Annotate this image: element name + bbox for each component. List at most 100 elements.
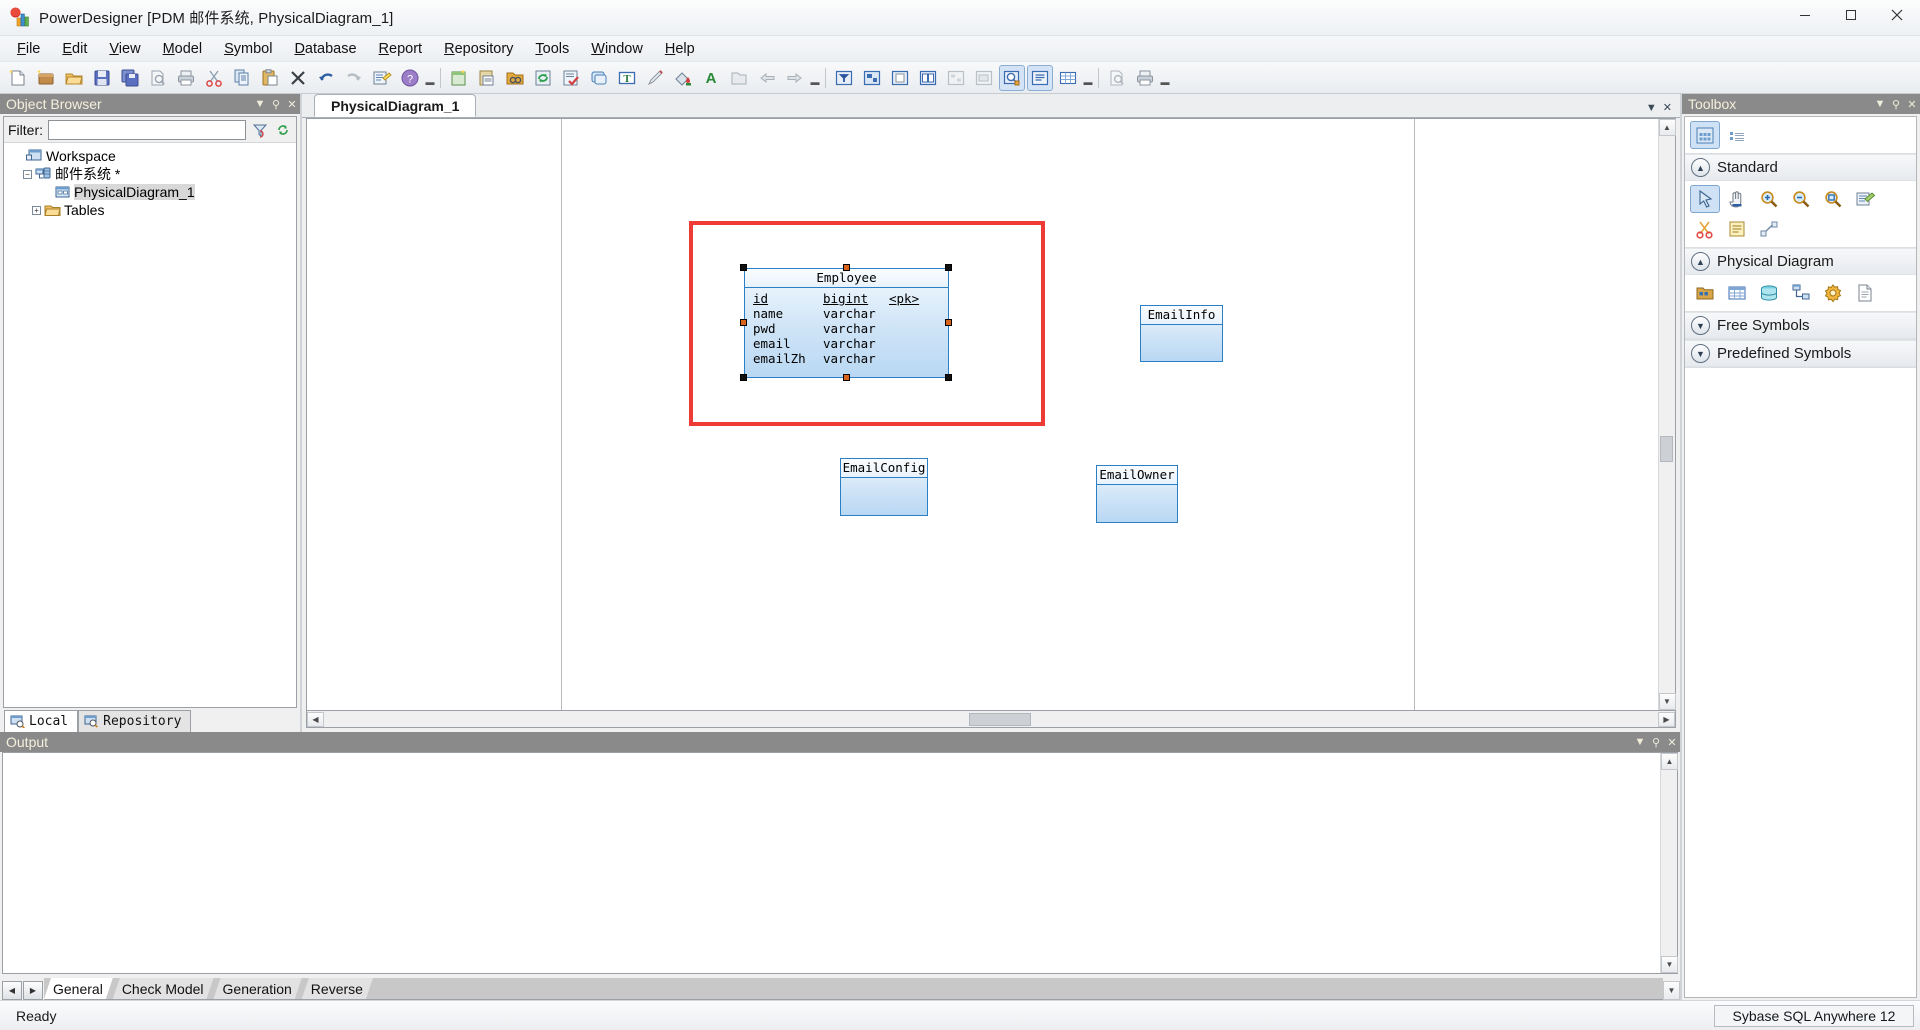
close-icon[interactable]: ✕ <box>1664 736 1680 749</box>
toolbar-overflow-2[interactable]: ▬ <box>809 65 821 91</box>
find-object-icon[interactable] <box>502 65 528 91</box>
output-scroll-up-button[interactable]: ▲ <box>1661 753 1678 770</box>
chevron-down-icon[interactable]: ▼ <box>1691 316 1710 335</box>
palette-grid-icon[interactable] <box>1690 121 1720 149</box>
canvas-vertical-scrollbar[interactable]: ▲ ▼ <box>1658 119 1676 710</box>
chevron-down-icon[interactable]: ▼ <box>1646 102 1657 114</box>
tab-physicaldiagram-1[interactable]: PhysicalDiagram_1 <box>314 94 477 117</box>
output-tab-check-model[interactable]: Check Model <box>113 978 214 999</box>
close-button[interactable] <box>1874 0 1920 30</box>
pin-icon[interactable]: ⚲ <box>1888 98 1904 111</box>
pin-icon[interactable]: ⚲ <box>268 98 284 111</box>
zoom-fit-icon[interactable] <box>1818 185 1848 213</box>
horizontal-scroll-track[interactable] <box>324 712 1658 727</box>
resize-handle-ne[interactable] <box>945 264 952 271</box>
comment-icon[interactable] <box>1027 64 1053 91</box>
chevron-down-icon[interactable]: ▼ <box>252 98 268 110</box>
pen-icon[interactable] <box>642 65 668 91</box>
chevron-down-icon[interactable]: ▼ <box>1691 344 1710 363</box>
resize-handle-nw[interactable] <box>740 264 747 271</box>
table-icon[interactable] <box>1722 279 1752 307</box>
toolbar-overflow-1[interactable]: ▬ <box>424 65 436 91</box>
fill-color-icon[interactable] <box>670 65 696 91</box>
maximize-button[interactable] <box>1828 0 1874 30</box>
print-preview-icon[interactable] <box>145 65 171 91</box>
toolbox-group-predefined-symbols[interactable]: ▼ Predefined Symbols <box>1685 340 1916 367</box>
tree-expander-plus[interactable]: + <box>30 204 43 217</box>
output-vertical-scrollbar[interactable]: ▲ ▼ <box>1660 753 1678 973</box>
menu-tools[interactable]: Tools <box>524 37 580 61</box>
undo-icon[interactable] <box>313 65 339 91</box>
entity-emailowner[interactable]: EmailOwner <box>1096 465 1178 523</box>
model-options-icon[interactable] <box>859 65 885 91</box>
check-model-icon[interactable] <box>558 65 584 91</box>
zoom-area-icon[interactable] <box>999 64 1025 91</box>
new-model-icon[interactable] <box>33 65 59 91</box>
scroll-up-button[interactable]: ▲ <box>1658 119 1676 136</box>
entity-employee[interactable]: Employee id bigint <pk> name varchar pwd… <box>744 268 949 378</box>
menu-file[interactable]: File <box>6 37 51 61</box>
properties-tool-icon[interactable] <box>1850 185 1880 213</box>
scroll-down-button[interactable]: ▼ <box>1658 693 1676 710</box>
apply-filter-icon[interactable] <box>251 121 269 139</box>
chevron-down-icon[interactable]: ▼ <box>1632 736 1648 748</box>
diagram-canvas[interactable]: Employee id bigint <pk> name varchar pwd… <box>307 119 1658 710</box>
text-format-icon[interactable]: T <box>614 65 640 91</box>
entity-emailconfig[interactable]: EmailConfig <box>840 458 928 516</box>
delete-tool-icon[interactable] <box>1690 215 1720 243</box>
tab-repository[interactable]: Repository <box>78 710 192 732</box>
scroll-right-button[interactable]: ▶ <box>1658 711 1675 727</box>
refresh-icon[interactable] <box>530 65 556 91</box>
output-tab-generation[interactable]: Generation <box>214 978 302 999</box>
filter-input[interactable] <box>48 119 246 140</box>
link-icon[interactable] <box>1754 215 1784 243</box>
folder-up-icon[interactable] <box>726 65 752 91</box>
back-icon[interactable] <box>754 65 780 91</box>
close-icon[interactable]: ✕ <box>284 98 300 111</box>
refresh-filter-icon[interactable] <box>274 121 292 139</box>
display-preferences-icon[interactable] <box>831 65 857 91</box>
chevron-up-icon[interactable]: ▲ <box>1691 158 1710 177</box>
new-icon[interactable] <box>5 65 31 91</box>
resize-handle-se[interactable] <box>945 374 952 381</box>
file-icon[interactable] <box>1850 279 1880 307</box>
package-icon[interactable] <box>1690 279 1720 307</box>
symbol-format-icon[interactable] <box>586 65 612 91</box>
resize-handle-w[interactable] <box>740 319 747 326</box>
grid-icon[interactable] <box>1055 65 1081 91</box>
toolbox-group-free-symbols[interactable]: ▼ Free Symbols <box>1685 312 1916 339</box>
output-tab-next-button[interactable]: ▶ <box>23 981 43 1000</box>
preview-icon[interactable] <box>1104 65 1130 91</box>
help-icon[interactable]: ? <box>397 65 423 91</box>
resize-handle-s[interactable] <box>843 374 850 381</box>
paste-icon[interactable] <box>257 65 283 91</box>
scroll-left-button[interactable]: ◀ <box>307 711 324 727</box>
zoom-out-icon[interactable] <box>1786 185 1816 213</box>
tree-item-physicaldiagram[interactable]: PhysicalDiagram_1 <box>8 183 296 201</box>
output-tab-prev-button[interactable]: ◀ <box>2 981 22 1000</box>
output-tab-general[interactable]: General <box>44 978 113 999</box>
align-icon[interactable] <box>943 65 969 91</box>
output-tab-reverse[interactable]: Reverse <box>302 978 373 999</box>
print-diagram-icon[interactable] <box>1132 65 1158 91</box>
output-text[interactable] <box>3 753 1660 973</box>
menu-database[interactable]: Database <box>283 37 367 61</box>
zoom-in-icon[interactable] <box>1754 185 1784 213</box>
menu-help[interactable]: Help <box>654 37 706 61</box>
delete-icon[interactable] <box>285 65 311 91</box>
palette-list-icon[interactable] <box>1722 121 1752 149</box>
vertical-scroll-thumb[interactable] <box>1659 436 1673 462</box>
page-icon[interactable] <box>887 65 913 91</box>
menu-view[interactable]: View <box>98 37 151 61</box>
dbms-indicator[interactable]: Sybase SQL Anywhere 12 <box>1714 1004 1914 1027</box>
resize-handle-n[interactable] <box>843 264 850 271</box>
menu-report[interactable]: Report <box>368 37 434 61</box>
menu-window[interactable]: Window <box>580 37 654 61</box>
close-icon[interactable]: ✕ <box>1904 98 1920 111</box>
tab-local[interactable]: Local <box>4 710 79 732</box>
resize-handle-sw[interactable] <box>740 374 747 381</box>
cut-icon[interactable] <box>201 65 227 91</box>
list-report-icon[interactable] <box>474 65 500 91</box>
chevron-up-icon[interactable]: ▲ <box>1691 252 1710 271</box>
forward-icon[interactable] <box>782 65 808 91</box>
